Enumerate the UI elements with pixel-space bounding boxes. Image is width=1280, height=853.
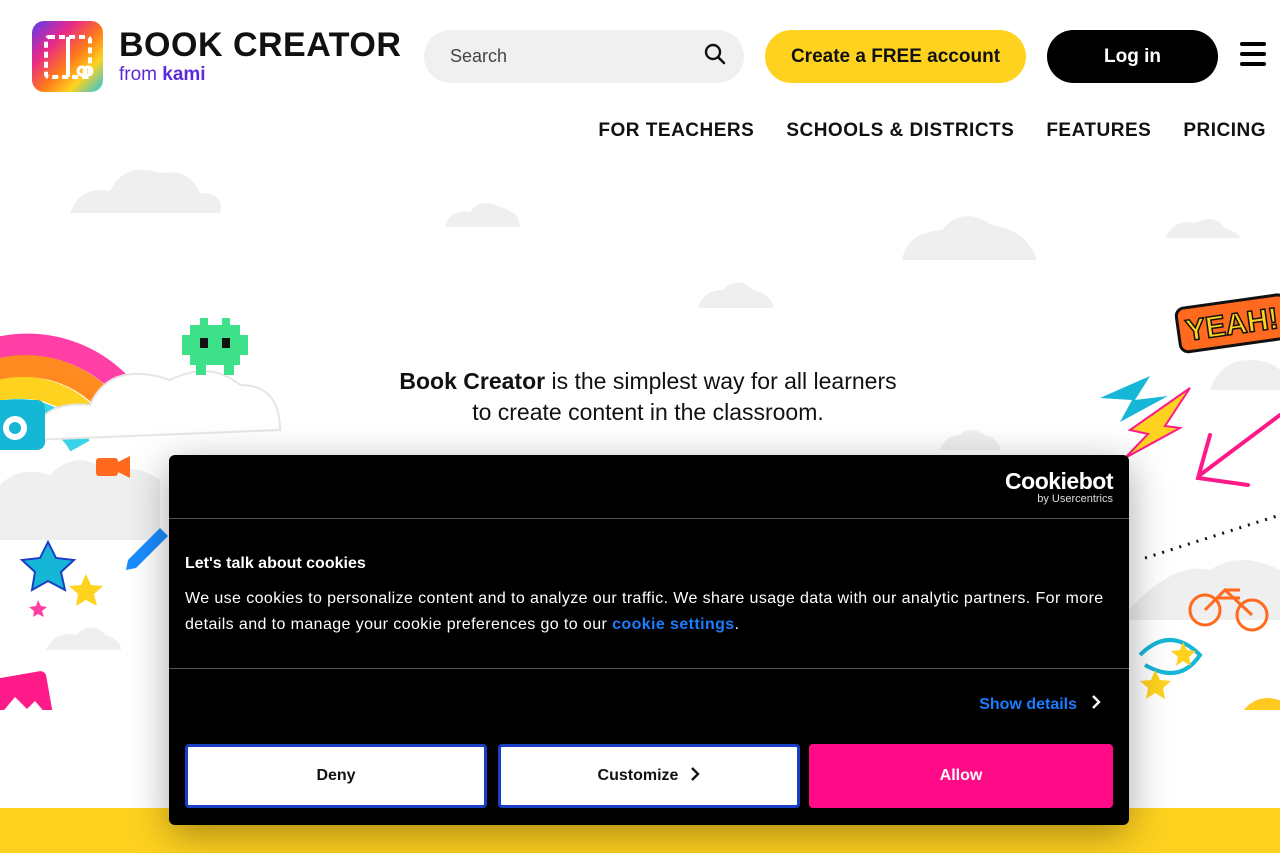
cloud-decoration [940, 430, 1000, 450]
cloud-decoration [698, 282, 773, 308]
cloud-decoration [1210, 360, 1280, 390]
customize-button[interactable]: Customize [498, 744, 800, 808]
create-free-account-button[interactable]: Create a FREE account [765, 30, 1026, 83]
photo-decoration [0, 671, 53, 710]
search-icon[interactable] [704, 43, 726, 70]
chevron-right-icon [1091, 695, 1101, 714]
cookiebot-by: by Usercentrics [1037, 493, 1113, 505]
cloud-decoration [445, 203, 520, 227]
nav-for-teachers[interactable]: FOR TEACHERS [598, 120, 754, 142]
video-camera-decoration [96, 456, 130, 478]
pixel-alien-decoration [182, 318, 248, 375]
cookie-body-end: . [734, 616, 740, 633]
brand-from: from [119, 63, 157, 85]
allow-button[interactable]: Allow [809, 744, 1113, 808]
hamburger-menu-icon[interactable] [1240, 42, 1266, 66]
chevron-right-icon [690, 766, 701, 786]
cloud-decoration [70, 169, 221, 213]
cookie-consent-dialog: Cookiebot by Usercentrics Let's talk abo… [169, 455, 1129, 825]
cloud-decoration [1120, 560, 1280, 620]
customize-label: Customize [597, 767, 679, 784]
main-nav: FOR TEACHERS SCHOOLS & DISTRICTS FEATURE… [598, 120, 1266, 142]
cookie-settings-link[interactable]: cookie settings [612, 616, 734, 633]
nav-schools-districts[interactable]: SCHOOLS & DISTRICTS [786, 120, 1014, 142]
hero-tagline-line2: to create content in the classroom. [472, 399, 824, 425]
hero-tagline-line1: is the simplest way for all learners [545, 368, 897, 394]
search-input[interactable] [450, 46, 704, 67]
yeah-sticker-decoration: YEAH! [1174, 293, 1280, 354]
book-creator-logo[interactable]: BOOK CREATOR from kami [32, 21, 401, 92]
cookie-dialog-body: We use cookies to personalize content an… [185, 586, 1105, 638]
cloud-decoration [1165, 219, 1240, 238]
cookie-divider [169, 668, 1129, 669]
allow-label: Allow [939, 767, 983, 784]
cookiebot-name: Cookiebot [1005, 468, 1113, 494]
hero-tagline-brand: Book Creator [399, 368, 546, 394]
cloud-decoration [46, 627, 121, 650]
orbit-stars-decoration [1138, 638, 1203, 699]
brand-subtitle: from kami [119, 64, 401, 86]
sunglasses-emoji-decoration [1244, 698, 1280, 710]
nav-pricing[interactable]: PRICING [1183, 120, 1266, 142]
cloud-decoration [0, 460, 160, 540]
lightning-decoration [1100, 376, 1191, 459]
deny-button[interactable]: Deny [185, 744, 487, 808]
deny-label: Deny [316, 767, 356, 784]
stars-decoration [19, 539, 103, 617]
cloud-decoration [902, 216, 1037, 260]
camera-decoration [0, 400, 45, 450]
nav-features[interactable]: FEATURES [1046, 120, 1151, 142]
cookie-dialog-title: Let's talk about cookies [185, 555, 366, 572]
show-details-label: Show details [979, 695, 1077, 713]
search-bar[interactable] [424, 30, 744, 83]
book-creator-logo-icon [32, 21, 103, 92]
log-in-button[interactable]: Log in [1047, 30, 1218, 83]
show-details-link[interactable]: Show details [979, 695, 1101, 714]
cookiebot-logo[interactable]: Cookiebot by Usercentrics [1005, 469, 1113, 505]
hero-tagline: Book Creator is the simplest way for all… [340, 366, 956, 428]
dotted-line-decoration [1144, 513, 1280, 560]
brand-name: BOOK CREATOR [119, 25, 402, 64]
arrow-decoration [1195, 413, 1280, 487]
cookie-dialog-header: Cookiebot by Usercentrics [169, 455, 1129, 519]
brand-kami: kami [162, 63, 206, 85]
